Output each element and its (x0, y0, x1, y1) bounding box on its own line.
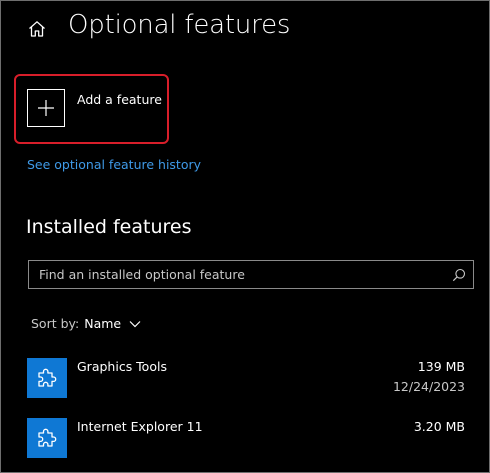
feature-date: 12/24/2023 (392, 379, 465, 394)
add-feature-label: Add a feature (77, 92, 162, 107)
settings-window: Optional features Add a feature See opti… (0, 0, 490, 473)
chevron-down-icon (129, 320, 141, 328)
search-icon[interactable] (445, 261, 473, 288)
feature-name: Internet Explorer 11 (77, 419, 203, 434)
feature-name: Graphics Tools (77, 359, 167, 374)
sort-label: Sort by: (31, 316, 80, 331)
feature-size: 3.20 MB (413, 419, 465, 434)
add-feature-button[interactable]: Add a feature (27, 89, 162, 127)
search-box (28, 260, 474, 289)
feature-history-link[interactable]: See optional feature history (27, 157, 201, 172)
feature-item-graphics-tools[interactable]: Graphics Tools 139 MB 12/24/2023 (27, 358, 467, 402)
search-input[interactable] (29, 261, 445, 288)
home-icon (29, 21, 45, 37)
sort-dropdown[interactable]: Sort by: Name (31, 316, 141, 331)
puzzle-piece-icon (27, 358, 67, 398)
sort-value: Name (84, 316, 122, 331)
installed-features-heading: Installed features (26, 216, 192, 238)
puzzle-piece-icon (27, 418, 67, 458)
feature-item-internet-explorer-11[interactable]: Internet Explorer 11 3.20 MB (27, 418, 467, 462)
page-title: Optional features (68, 10, 291, 40)
home-button[interactable] (25, 17, 49, 41)
feature-size: 139 MB (417, 359, 465, 374)
plus-icon (27, 89, 65, 127)
